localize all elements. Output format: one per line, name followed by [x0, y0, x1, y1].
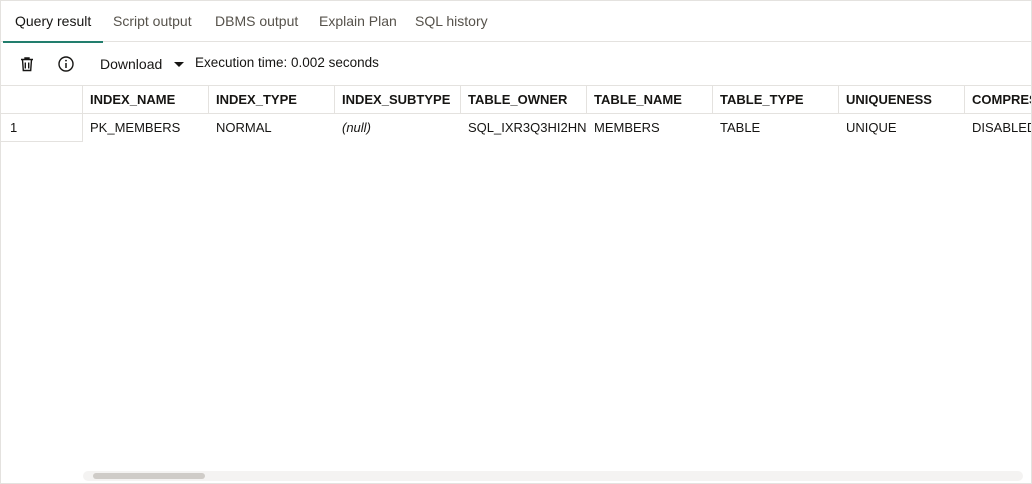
info-button[interactable]: [54, 52, 78, 76]
cell-uniqueness[interactable]: UNIQUE: [839, 114, 965, 142]
grid-header-row: INDEX_NAME INDEX_TYPE INDEX_SUBTYPE TABL…: [1, 85, 1031, 115]
row-number: 1: [1, 114, 83, 142]
column-header-index-subtype[interactable]: INDEX_SUBTYPE: [335, 86, 461, 114]
scrollbar-thumb[interactable]: [93, 473, 205, 479]
clear-button[interactable]: [15, 52, 39, 76]
execution-time: Execution time: 0.002 seconds: [195, 55, 379, 70]
info-icon: [58, 56, 74, 72]
tab-dbms-output[interactable]: DBMS output: [215, 1, 298, 42]
column-header-index-type[interactable]: INDEX_TYPE: [209, 86, 335, 114]
tab-sql-history[interactable]: SQL history: [415, 1, 488, 42]
row-number-header: [1, 86, 83, 115]
table-row[interactable]: 1 PK_MEMBERS NORMAL (null) SQL_IXR3Q3HI2…: [1, 114, 1031, 142]
download-label: Download: [100, 56, 163, 72]
cell-table-type[interactable]: TABLE: [713, 114, 839, 142]
tab-query-result[interactable]: Query result: [2, 1, 104, 43]
tab-script-output[interactable]: Script output: [113, 1, 192, 42]
result-grid: INDEX_NAME INDEX_TYPE INDEX_SUBTYPE TABL…: [1, 85, 1031, 471]
tab-explain-plan[interactable]: Explain Plan: [319, 1, 397, 42]
column-header-table-type[interactable]: TABLE_TYPE: [713, 86, 839, 114]
result-tabs: Query result Script output DBMS output E…: [1, 1, 1031, 43]
download-dropdown[interactable]: Download: [100, 43, 185, 85]
query-result-panel: Query result Script output DBMS output E…: [0, 0, 1032, 484]
cell-table-name[interactable]: MEMBERS: [587, 114, 713, 142]
cell-index-name[interactable]: PK_MEMBERS: [83, 114, 209, 142]
column-header-uniqueness[interactable]: UNIQUENESS: [839, 86, 965, 114]
result-toolbar: Download Execution time: 0.002 seconds: [1, 43, 1031, 85]
column-header-table-name[interactable]: TABLE_NAME: [587, 86, 713, 114]
trash-icon: [21, 57, 33, 72]
column-header-table-owner[interactable]: TABLE_OWNER: [461, 86, 587, 114]
column-header-index-name[interactable]: INDEX_NAME: [83, 86, 209, 114]
horizontal-scrollbar[interactable]: [83, 471, 1023, 481]
cell-table-owner[interactable]: SQL_IXR3Q3HI2HNX: [461, 114, 587, 142]
chevron-down-icon: [174, 61, 185, 67]
column-header-compression[interactable]: COMPRESSION: [965, 86, 1031, 114]
cell-compression[interactable]: DISABLED: [965, 114, 1031, 142]
cell-index-type[interactable]: NORMAL: [209, 114, 335, 142]
cell-index-subtype[interactable]: (null): [335, 114, 461, 142]
